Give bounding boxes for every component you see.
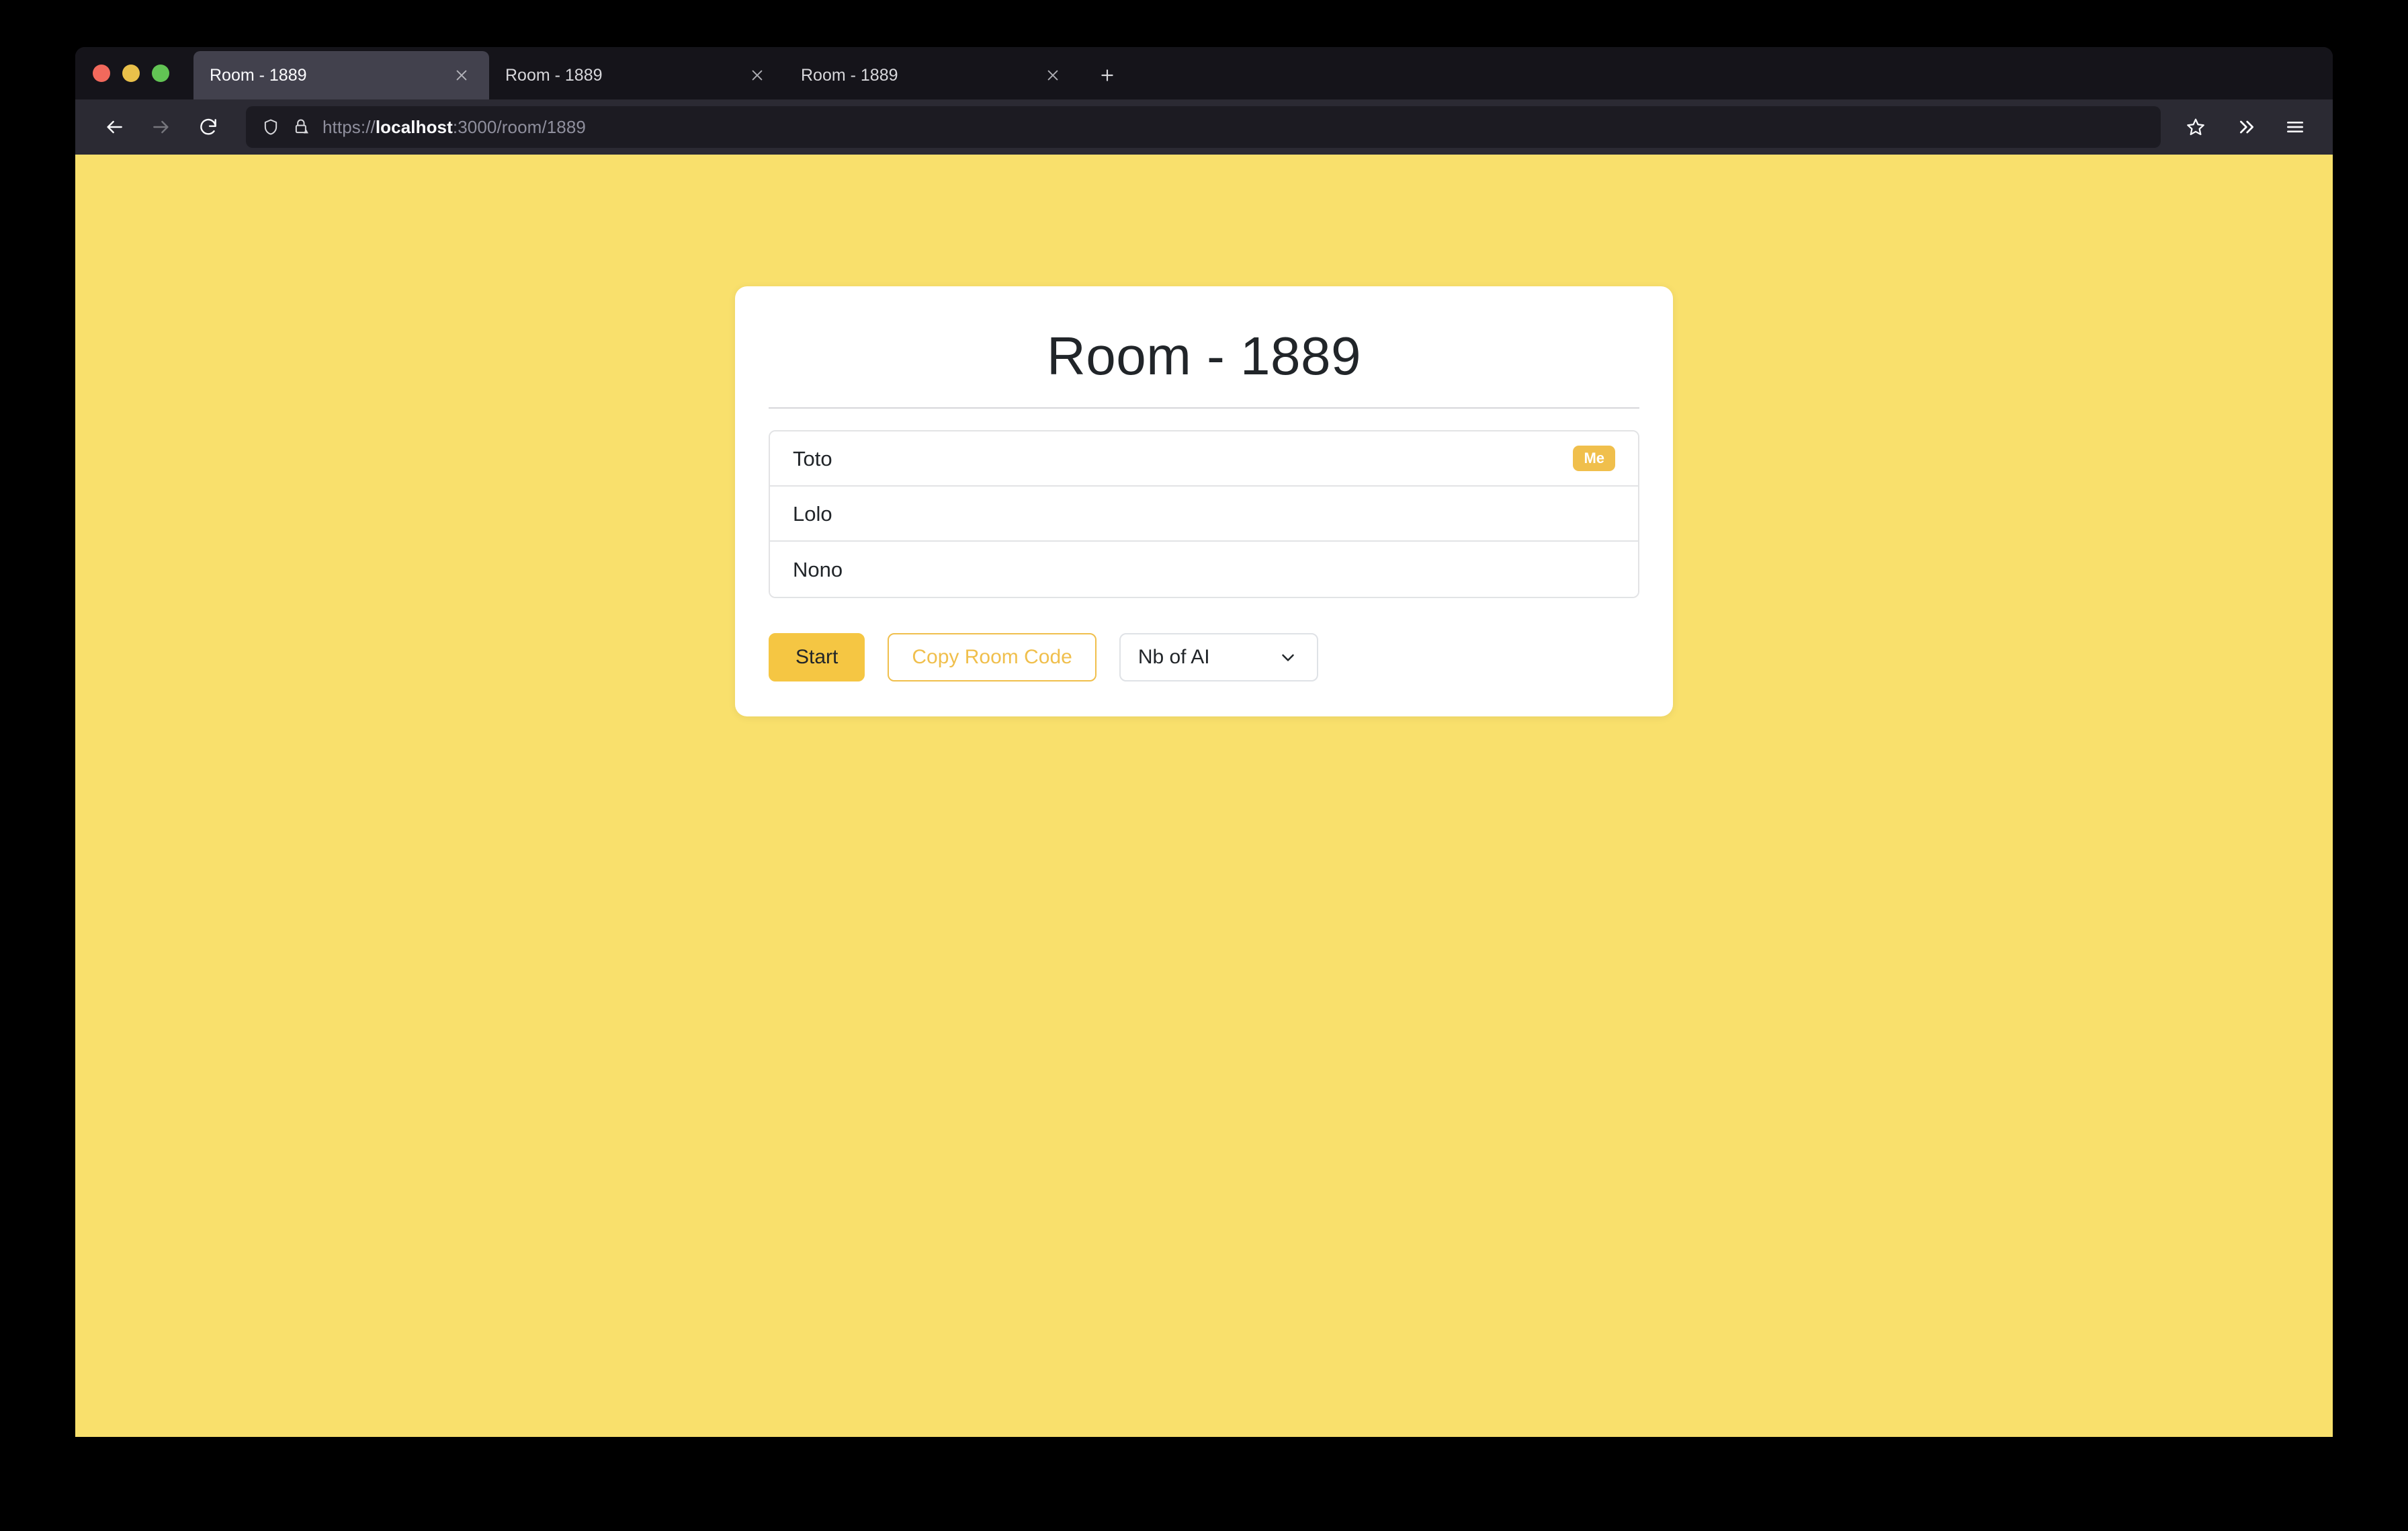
browser-window: Room - 1889 Room - 1889 Room - 1889 http… [75,47,2333,1437]
browser-tab-3[interactable]: Room - 1889 [785,51,1080,99]
status-badge: Me [1573,446,1615,471]
list-item[interactable]: Nono [770,542,1638,597]
list-item[interactable]: Toto Me [770,431,1638,487]
navigation-toolbar: https://localhost:3000/room/1889 [75,99,2333,155]
shield-icon[interactable] [261,117,281,137]
list-item[interactable]: Lolo [770,487,1638,542]
player-list: Toto Me Lolo Nono [769,430,1639,598]
tab-strip: Room - 1889 Room - 1889 Room - 1889 [75,47,2333,99]
url-text: https://localhost:3000/room/1889 [322,116,586,137]
nb-of-ai-label: Nb of AI [1137,646,1210,668]
tab-close-icon[interactable] [743,61,771,89]
url-bar[interactable]: https://localhost:3000/room/1889 [246,106,2161,148]
divider [769,407,1639,409]
player-name: Toto [793,446,832,470]
tab-close-icon[interactable] [447,61,476,89]
nb-of-ai-select[interactable]: Nb of AI [1119,633,1318,681]
page-title: Room - 1889 [1047,326,1361,386]
window-traffic-lights [93,65,169,99]
player-name: Nono [793,557,843,581]
copy-room-code-button[interactable]: Copy Room Code [888,633,1096,681]
player-name: Lolo [793,501,832,526]
forward-arrow-icon[interactable] [140,106,183,149]
action-row: Start Copy Room Code Nb of AI [769,633,1639,681]
page-content: Room - 1889 Toto Me Lolo Nono Start Copy… [75,155,2333,1437]
window-close-button[interactable] [93,65,110,82]
chevron-down-icon[interactable] [1277,646,1299,669]
back-arrow-icon[interactable] [93,106,136,149]
toolbar-right-actions [2174,106,2317,149]
room-card: Room - 1889 Toto Me Lolo Nono Start Copy… [735,286,1673,716]
hamburger-icon[interactable] [2274,106,2317,149]
browser-tab-1[interactable]: Room - 1889 [194,51,489,99]
window-minimize-button[interactable] [122,65,140,82]
tab-title: Room - 1889 [801,67,898,84]
start-button[interactable]: Start [769,633,865,681]
star-icon[interactable] [2174,106,2217,149]
reload-icon[interactable] [187,106,230,149]
lock-warning-icon[interactable] [292,117,312,137]
browser-tab-2[interactable]: Room - 1889 [489,51,785,99]
tab-title: Room - 1889 [210,67,307,84]
tab-title: Room - 1889 [505,67,603,84]
window-maximize-button[interactable] [152,65,169,82]
new-tab-button[interactable] [1090,58,1125,93]
tab-close-icon[interactable] [1039,61,1067,89]
double-chevron-icon[interactable] [2224,106,2267,149]
